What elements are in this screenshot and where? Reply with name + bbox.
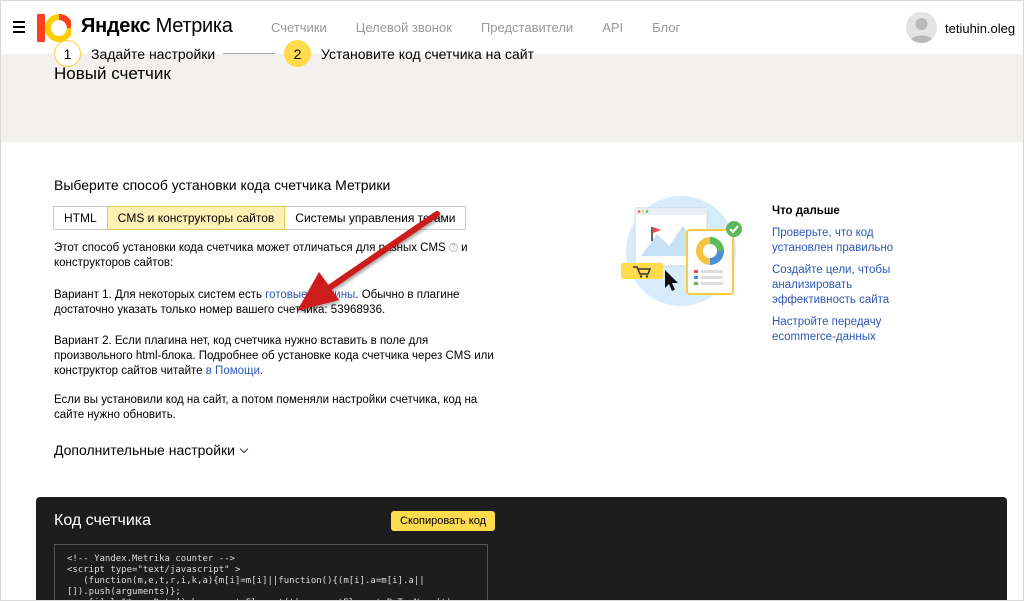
- install-method-tabs: HTML CMS и конструкторы сайтов Системы у…: [53, 206, 467, 230]
- section-title: Выберите способ установки кода счетчика …: [54, 177, 391, 193]
- analytics-illustration: [621, 196, 742, 306]
- additional-settings-toggle[interactable]: Дополнительные настройки: [54, 442, 249, 458]
- counter-code-card: Код счетчика Скопировать код <!-- Yandex…: [36, 497, 1007, 600]
- step-1-label: Задайте настройки: [91, 45, 216, 62]
- nav-counters[interactable]: Счетчики: [271, 20, 327, 35]
- additional-settings-label: Дополнительные настройки: [54, 442, 235, 458]
- main-nav: Счетчики Целевой звонок Представители AP…: [271, 20, 680, 35]
- check-install-link[interactable]: Проверьте, что код установлен правильно: [772, 226, 902, 256]
- nav-api[interactable]: API: [602, 20, 623, 35]
- ecommerce-link[interactable]: Настройте передачу ecommerce-данных: [772, 315, 902, 345]
- user-avatar-icon: [906, 12, 937, 43]
- nav-representatives[interactable]: Представители: [481, 20, 573, 35]
- intro-text: Этот способ установки кода счетчика може…: [54, 241, 494, 271]
- next-steps: Что дальше Проверьте, что код установлен…: [772, 204, 902, 352]
- step-1[interactable]: 1 Задайте настройки: [54, 40, 215, 67]
- nav-blog[interactable]: Блог: [652, 20, 680, 35]
- tab-cms[interactable]: CMS и конструкторы сайтов: [106, 206, 286, 230]
- plugins-link[interactable]: готовые плагины: [265, 289, 355, 301]
- tab-tag-managers[interactable]: Системы управления тегами: [284, 206, 467, 230]
- nav-target-call[interactable]: Целевой звонок: [356, 20, 452, 35]
- help-icon[interactable]: ?: [448, 243, 458, 253]
- tab-html[interactable]: HTML: [53, 206, 108, 230]
- create-goals-link[interactable]: Создайте цели, чтобы анализировать эффек…: [772, 263, 902, 308]
- variant-2-text: Вариант 2. Если плагина нет, код счетчик…: [54, 334, 494, 379]
- step-connector: [223, 53, 275, 54]
- yandex-metrika-logo-icon[interactable]: [37, 13, 71, 43]
- page-frame: Яндекс Метрика Счетчики Целевой звонок П…: [0, 0, 1024, 601]
- page-title: Новый счетчик: [54, 64, 171, 83]
- username[interactable]: tetiuhin.oleg: [945, 21, 1015, 36]
- code-textarea[interactable]: <!-- Yandex.Metrika counter --> <script …: [54, 544, 488, 600]
- step-2-number: 2: [284, 40, 311, 67]
- step-1-number: 1: [54, 40, 81, 67]
- variant-2-end: .: [259, 365, 264, 377]
- chevron-down-icon: [239, 444, 249, 454]
- update-note: Если вы установили код на сайт, а потом …: [54, 394, 478, 421]
- variant-1-text: Вариант 1. Для некоторых систем есть гот…: [54, 288, 494, 318]
- variant-1-start: Вариант 1. Для некоторых систем есть: [54, 289, 266, 301]
- code-title: Код счетчика: [54, 512, 152, 529]
- next-steps-title: Что дальше: [772, 205, 840, 217]
- help-link[interactable]: в Помощи: [206, 365, 260, 377]
- step-2[interactable]: 2 Установите код счетчика на сайт: [284, 40, 534, 67]
- step-2-label: Установите код счетчика на сайт: [321, 45, 535, 62]
- avatar[interactable]: [906, 12, 937, 43]
- menu-icon[interactable]: [13, 21, 25, 33]
- brand-name[interactable]: Яндекс Метрика: [81, 15, 233, 38]
- brand-name-product: Метрика: [155, 15, 233, 37]
- brand-name-bold: Яндекс: [81, 15, 151, 37]
- steps-banner: Новый счетчик: [1, 55, 1023, 142]
- copy-code-button[interactable]: Скопировать код: [391, 511, 495, 531]
- intro-text-start: Этот способ установки кода счетчика може…: [54, 242, 446, 254]
- variant-2-start: Вариант 2. Если плагина нет, код счетчик…: [54, 335, 494, 377]
